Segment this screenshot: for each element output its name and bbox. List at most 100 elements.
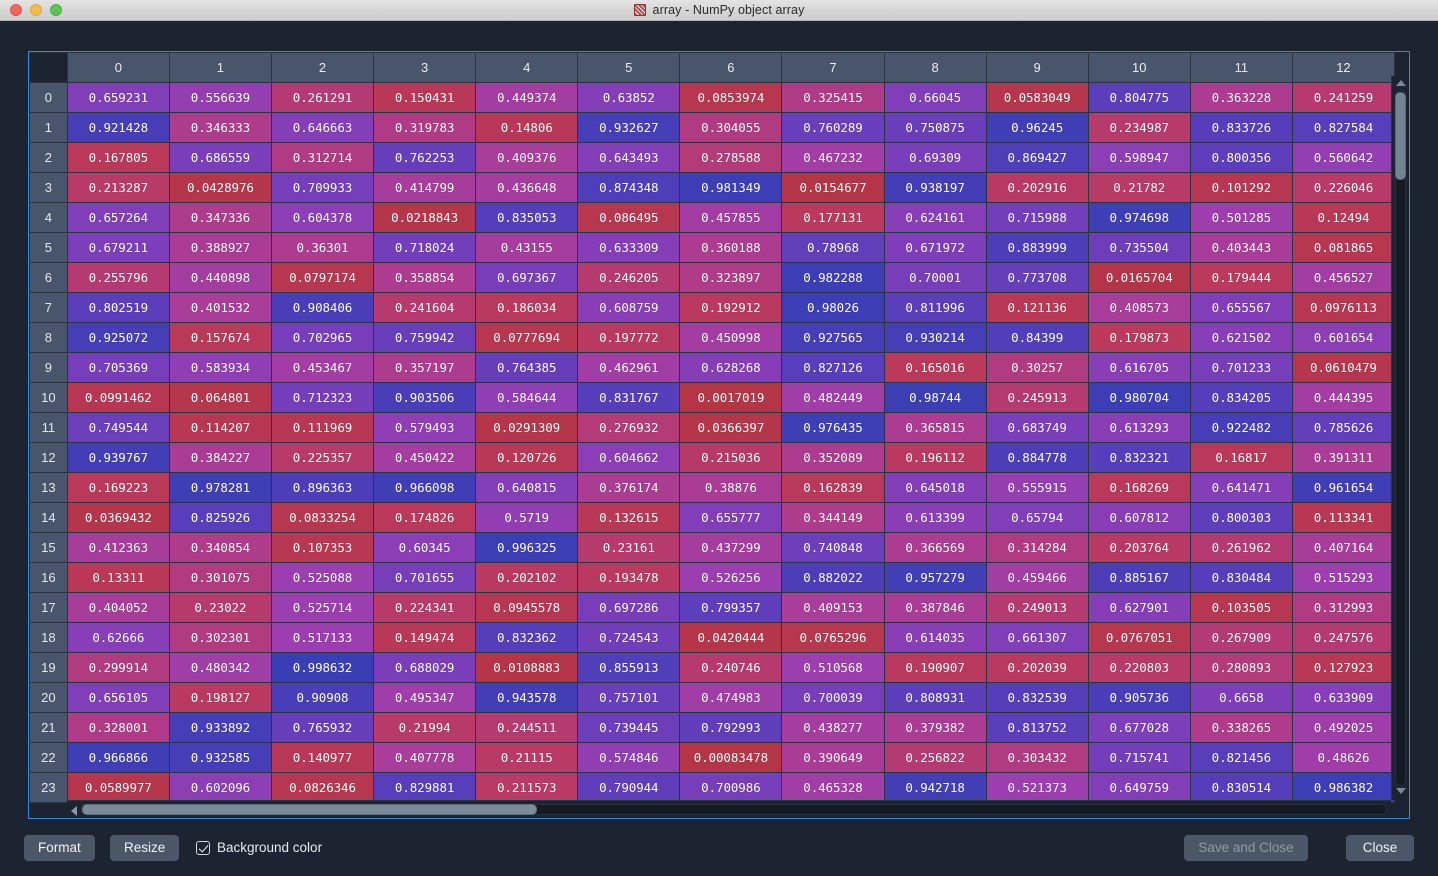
cell-10-9[interactable]: 0.245913 — [985, 382, 1089, 413]
cell-1-10[interactable]: 0.234987 — [1087, 112, 1191, 143]
cell-2-5[interactable]: 0.643493 — [577, 142, 681, 173]
cell-13-8[interactable]: 0.645018 — [883, 472, 987, 503]
cell-15-3[interactable]: 0.60345 — [373, 532, 477, 563]
cell-20-7[interactable]: 0.700039 — [781, 682, 885, 713]
cell-12-5[interactable]: 0.604662 — [577, 442, 681, 473]
cell-12-6[interactable]: 0.215036 — [679, 442, 783, 473]
cell-3-8[interactable]: 0.938197 — [883, 172, 987, 203]
cell-4-1[interactable]: 0.347336 — [168, 202, 272, 233]
cell-11-6[interactable]: 0.0366397 — [679, 412, 783, 443]
table-row[interactable]: 1 0.921428 0.346333 0.646663 0.319783 0.14806… — [29, 112, 1396, 143]
cell-4-7[interactable]: 0.177131 — [781, 202, 885, 233]
cell-2-9[interactable]: 0.869427 — [985, 142, 1089, 173]
cell-20-0[interactable]: 0.656105 — [66, 682, 170, 713]
cell-14-12[interactable]: 0.113341 — [1291, 502, 1396, 533]
row-header-15[interactable]: 15 — [29, 532, 68, 563]
cell-11-5[interactable]: 0.276932 — [577, 412, 681, 443]
cell-8-5[interactable]: 0.197772 — [577, 322, 681, 353]
vertical-scrollbar-thumb[interactable] — [1395, 92, 1406, 180]
cell-4-11[interactable]: 0.501285 — [1189, 202, 1293, 233]
cell-7-7[interactable]: 0.98026 — [781, 292, 885, 323]
cell-8-8[interactable]: 0.930214 — [883, 322, 987, 353]
cell-3-1[interactable]: 0.0428976 — [168, 172, 272, 203]
cell-2-10[interactable]: 0.598947 — [1087, 142, 1191, 173]
cell-22-2[interactable]: 0.140977 — [270, 742, 375, 773]
cell-16-1[interactable]: 0.301075 — [168, 562, 272, 593]
cell-19-8[interactable]: 0.190907 — [883, 652, 987, 683]
table-row[interactable]: 5 0.679211 0.388927 0.36301 0.718024 0.43155 0… — [29, 232, 1396, 263]
cell-4-0[interactable]: 0.657264 — [66, 202, 170, 233]
cell-3-10[interactable]: 0.21782 — [1087, 172, 1191, 203]
table-row[interactable]: 22 0.966866 0.932585 0.140977 0.407778 0.2111… — [29, 742, 1396, 773]
table-row[interactable]: 12 0.939767 0.384227 0.225357 0.450422 0.1207… — [29, 442, 1396, 473]
cell-10-3[interactable]: 0.903506 — [373, 382, 477, 413]
cell-23-0[interactable]: 0.0589977 — [66, 772, 170, 803]
cell-14-9[interactable]: 0.65794 — [985, 502, 1089, 533]
column-header-7[interactable]: 7 — [781, 52, 885, 83]
cell-15-7[interactable]: 0.740848 — [781, 532, 885, 563]
cell-14-11[interactable]: 0.800303 — [1189, 502, 1293, 533]
table-row[interactable]: 10 0.0991462 0.064801 0.712323 0.903506 0.584… — [29, 382, 1396, 413]
cell-21-1[interactable]: 0.933892 — [168, 712, 272, 743]
cell-21-8[interactable]: 0.379382 — [883, 712, 987, 743]
cell-0-5[interactable]: 0.63852 — [577, 82, 681, 113]
cell-1-2[interactable]: 0.646663 — [270, 112, 375, 143]
table-row[interactable]: 8 0.925072 0.157674 0.702965 0.759942 0.07776… — [29, 322, 1396, 353]
cell-17-0[interactable]: 0.404052 — [66, 592, 170, 623]
close-window-button[interactable] — [10, 4, 22, 16]
column-header-6[interactable]: 6 — [679, 52, 783, 83]
cell-13-12[interactable]: 0.961654 — [1291, 472, 1396, 503]
cell-8-11[interactable]: 0.621502 — [1189, 322, 1293, 353]
cell-8-12[interactable]: 0.601654 — [1291, 322, 1396, 353]
cell-11-8[interactable]: 0.365815 — [883, 412, 987, 443]
cell-10-10[interactable]: 0.980704 — [1087, 382, 1191, 413]
row-header-0[interactable]: 0 — [29, 82, 68, 113]
cell-8-10[interactable]: 0.179873 — [1087, 322, 1191, 353]
cell-7-12[interactable]: 0.0976113 — [1291, 292, 1396, 323]
cell-22-11[interactable]: 0.821456 — [1189, 742, 1293, 773]
cell-23-6[interactable]: 0.700986 — [679, 772, 783, 803]
cell-11-1[interactable]: 0.114207 — [168, 412, 272, 443]
cell-20-2[interactable]: 0.90908 — [270, 682, 375, 713]
cell-14-8[interactable]: 0.613399 — [883, 502, 987, 533]
cell-2-12[interactable]: 0.560642 — [1291, 142, 1396, 173]
cell-16-2[interactable]: 0.525088 — [270, 562, 375, 593]
cell-16-9[interactable]: 0.459466 — [985, 562, 1089, 593]
cell-19-3[interactable]: 0.688029 — [373, 652, 477, 683]
cell-19-1[interactable]: 0.480342 — [168, 652, 272, 683]
cell-7-1[interactable]: 0.401532 — [168, 292, 272, 323]
scroll-down-arrow-icon[interactable] — [1394, 786, 1407, 798]
cell-18-9[interactable]: 0.661307 — [985, 622, 1089, 653]
column-header-3[interactable]: 3 — [373, 52, 477, 83]
table-row[interactable]: 16 0.13311 0.301075 0.525088 0.701655 0.20210… — [29, 562, 1396, 593]
cell-17-4[interactable]: 0.0945578 — [475, 592, 579, 623]
cell-17-6[interactable]: 0.799357 — [679, 592, 783, 623]
row-header-17[interactable]: 17 — [29, 592, 68, 623]
cell-13-2[interactable]: 0.896363 — [270, 472, 375, 503]
cell-1-5[interactable]: 0.932627 — [577, 112, 681, 143]
cell-19-10[interactable]: 0.220803 — [1087, 652, 1191, 683]
cell-6-8[interactable]: 0.70001 — [883, 262, 987, 293]
cell-3-11[interactable]: 0.101292 — [1189, 172, 1293, 203]
column-header-8[interactable]: 8 — [883, 52, 987, 83]
table-row[interactable]: 9 0.705369 0.583934 0.453467 0.357197 0.76438… — [29, 352, 1396, 383]
cell-15-5[interactable]: 0.23161 — [577, 532, 681, 563]
cell-5-3[interactable]: 0.718024 — [373, 232, 477, 263]
cell-20-8[interactable]: 0.808931 — [883, 682, 987, 713]
cell-12-1[interactable]: 0.384227 — [168, 442, 272, 473]
cell-0-10[interactable]: 0.804775 — [1087, 82, 1191, 113]
cell-16-12[interactable]: 0.515293 — [1291, 562, 1396, 593]
cell-20-10[interactable]: 0.905736 — [1087, 682, 1191, 713]
cell-23-7[interactable]: 0.465328 — [781, 772, 885, 803]
cell-6-10[interactable]: 0.0165704 — [1087, 262, 1191, 293]
cell-6-6[interactable]: 0.323897 — [679, 262, 783, 293]
cell-8-1[interactable]: 0.157674 — [168, 322, 272, 353]
row-header-13[interactable]: 13 — [29, 472, 68, 503]
cell-4-4[interactable]: 0.835053 — [475, 202, 579, 233]
cell-9-3[interactable]: 0.357197 — [373, 352, 477, 383]
cell-3-6[interactable]: 0.981349 — [679, 172, 783, 203]
cell-19-2[interactable]: 0.998632 — [270, 652, 375, 683]
cell-18-7[interactable]: 0.0765296 — [781, 622, 885, 653]
cell-7-2[interactable]: 0.908406 — [270, 292, 375, 323]
cell-9-6[interactable]: 0.628268 — [679, 352, 783, 383]
